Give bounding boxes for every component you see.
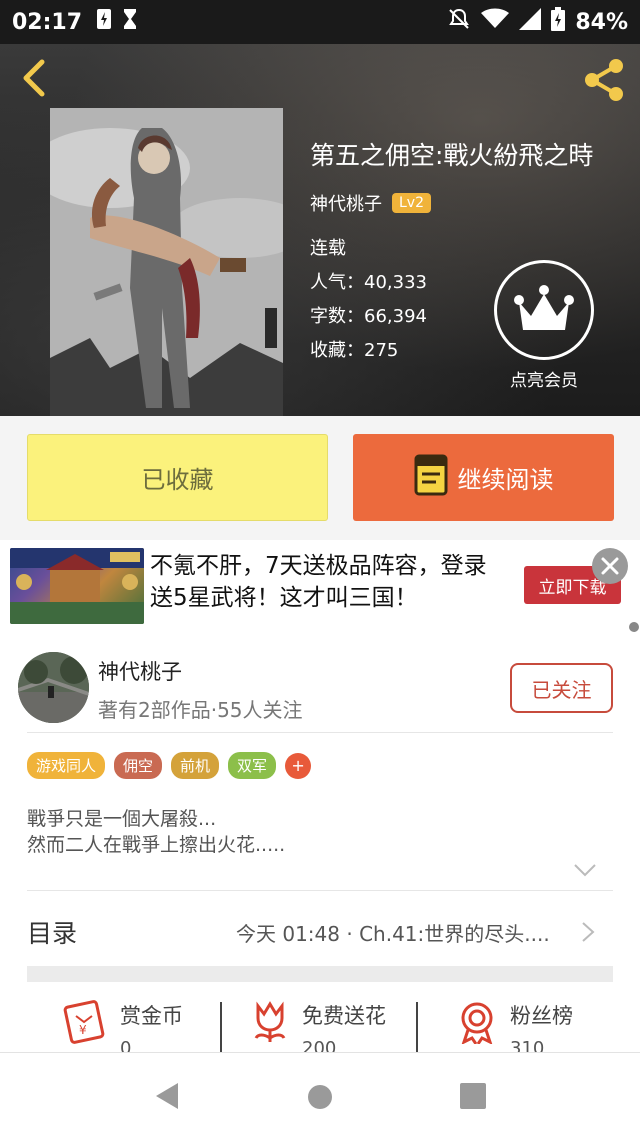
book-header: 第五之佣空:戰火紛飛之時 神代桃子 Lv2 连载 人气：40,333 字数：66… [0,44,640,416]
author-profile-name[interactable]: 神代桃子 [98,656,182,686]
author-name[interactable]: 神代桃子 [310,190,382,216]
triangle-back-icon [156,1083,178,1109]
status-bar: 02:17 84% [0,0,640,44]
ad-game-image [10,548,144,624]
book-icon [414,454,448,502]
level-badge: Lv2 [392,193,431,213]
system-nav-bar [0,1052,640,1138]
stat-separator [220,1002,222,1052]
book-description: 戰爭只是一個大屠殺... 然而二人在戰爭上擦出火花..... [27,806,285,858]
tag-item[interactable]: 双军 [228,752,277,779]
nav-home-button[interactable] [308,1085,332,1109]
ad-text: 不氪不肝，7天送极品阵容，登录 送5星武将！这才叫三国！ [150,550,487,614]
free-flower-label: 免费送花 [302,1004,386,1028]
stat-separator [416,1002,418,1052]
ad-close-button[interactable] [592,548,628,584]
battery-percent: 84% [575,9,628,35]
close-icon [601,557,619,575]
action-area: 已收藏 继续阅读 [0,416,640,540]
description-line-1: 戰爭只是一個大屠殺... [27,808,217,830]
crown-icon [514,285,574,330]
follow-button[interactable]: 已关注 [510,663,613,713]
free-flower-stat[interactable]: 免费送花 200 [250,1000,386,1059]
signal-icon [519,8,542,36]
ad-line-1: 不氪不肝，7天送极品阵容，登录 [150,553,487,579]
flower-icon [254,1001,286,1042]
tag-list: 游戏同人 佣空 前机 双军 + [27,752,312,779]
nav-recents-button[interactable] [460,1083,486,1109]
red-envelope-icon: ¥ [63,1000,105,1044]
battery-icon [551,7,566,37]
section-spacer [27,966,613,982]
favorites-stat: 收藏：275 [310,340,399,361]
serial-status: 连载 [310,238,346,259]
word-count-stat: 字数：66,394 [310,306,427,327]
author-section: 神代桃子 著有2部作品·55人关注 已关注 游戏同人 佣空 前机 双军 + 戰爭… [0,632,640,1059]
back-chevron-icon [23,59,45,97]
fan-ranking-stat[interactable]: 粉丝榜 310 [456,1000,573,1059]
popularity-stat: 人气：40,333 [310,272,427,293]
description-line-2: 然而二人在戰爭上擦出火花..... [27,834,286,856]
ad-info-icon[interactable] [629,622,639,632]
reward-coin-label: 赏金币 [120,1004,183,1028]
notifications-off-icon [447,7,471,37]
divider [27,732,613,733]
ad-line-2: 送5星武将！这才叫三国！ [150,585,418,611]
share-icon [585,59,623,101]
collected-button[interactable]: 已收藏 [27,434,328,521]
tag-item[interactable]: 游戏同人 [27,752,106,779]
hourglass-icon [122,8,138,36]
vip-button[interactable] [494,260,594,360]
vip-label: 点亮会员 [510,371,578,391]
reward-coin-stat[interactable]: ¥ 赏金币 0 [62,1000,183,1059]
fan-ranking-label: 粉丝榜 [510,1004,573,1028]
wifi-icon [481,8,510,36]
svg-text:¥: ¥ [79,1023,87,1037]
toc-label[interactable]: 目录 [27,914,77,950]
status-time: 02:17 [12,9,83,35]
continue-reading-button[interactable]: 继续阅读 [353,434,614,521]
latest-chapter[interactable]: 今天 01:48 · Ch.41:世界的尽头.... [236,918,550,947]
phone-charging-icon [96,8,112,36]
tag-item[interactable]: 前机 [171,752,220,779]
author-row: 神代桃子 Lv2 [310,190,431,216]
author-profile-stats: 著有2部作品·55人关注 [98,698,303,722]
back-button[interactable] [14,56,58,100]
book-meta: 连载 人气：40,333 字数：66,394 收藏：275 [310,232,427,368]
expand-description-button[interactable] [572,862,598,878]
share-button[interactable] [580,56,628,104]
medal-icon [461,1002,493,1044]
author-avatar[interactable] [18,652,89,723]
chevron-down-icon [574,864,596,877]
toc-chevron-right-icon[interactable] [580,920,596,944]
nav-back-button[interactable] [152,1081,180,1111]
ad-banner[interactable]: 不氪不肝，7天送极品阵容，登录 送5星武将！这才叫三国！ 立即下载 [0,540,640,632]
cover-illustration [50,108,283,416]
divider [27,890,613,891]
continue-reading-label: 继续阅读 [457,466,554,494]
add-tag-button[interactable]: + [285,752,312,779]
book-cover-image[interactable] [50,108,283,416]
tag-item[interactable]: 佣空 [114,752,163,779]
book-title: 第五之佣空:戰火紛飛之時 [310,141,594,170]
